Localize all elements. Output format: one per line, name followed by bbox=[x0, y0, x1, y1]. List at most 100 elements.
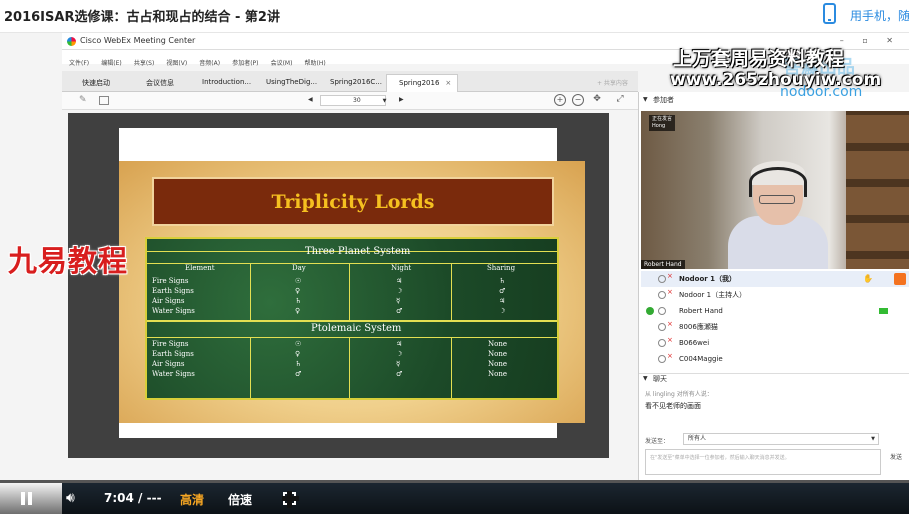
menu-item[interactable]: 视图(V) bbox=[166, 58, 187, 67]
planet-symbol: ♃ bbox=[396, 340, 403, 348]
participants-header[interactable]: ▼ 参加者 bbox=[639, 95, 909, 109]
column-header: Element bbox=[185, 264, 215, 272]
camera-icon bbox=[879, 308, 888, 314]
collapse-icon[interactable]: ▼ bbox=[643, 375, 648, 382]
audio-icon bbox=[658, 291, 666, 299]
speed-button[interactable]: 倍速 bbox=[228, 491, 252, 508]
collapse-icon[interactable]: ▼ bbox=[643, 96, 648, 103]
planet-symbol: None bbox=[488, 370, 507, 378]
video-player[interactable]: Cisco WebEx Meeting Center – ▫ ✕ 文件(F) 编… bbox=[0, 33, 909, 514]
menu-item[interactable]: 帮助(H) bbox=[305, 58, 326, 67]
chat-sender: 从 lingling 对所有人说： bbox=[645, 391, 713, 398]
next-page-icon[interactable]: ▶ bbox=[399, 96, 404, 103]
zoom-in-icon[interactable]: + bbox=[554, 94, 566, 106]
slide-title-banner: Triplicity Lords bbox=[152, 177, 554, 226]
menu-item[interactable]: 会议(M) bbox=[271, 58, 293, 67]
table-line bbox=[451, 337, 452, 398]
column-header: Night bbox=[391, 264, 412, 272]
status-icon[interactable] bbox=[894, 273, 906, 285]
participant-row[interactable]: × 8006應瀬猫 bbox=[641, 319, 909, 335]
tab-meeting-info[interactable]: 会议信息 bbox=[146, 74, 174, 92]
menu-item[interactable]: 音频(A) bbox=[199, 58, 220, 67]
hand-icon[interactable]: ✋ bbox=[863, 271, 873, 287]
row-label: Water Signs bbox=[152, 307, 195, 315]
speaker-video: 正在发言 Hong Robert Hand bbox=[641, 111, 909, 269]
sendto-value: 所有人 bbox=[688, 435, 707, 442]
menu-item[interactable]: 共享(S) bbox=[134, 58, 155, 67]
menu-item[interactable]: 编辑(E) bbox=[101, 58, 121, 67]
day-column: ☉ ♀ ♄ ♀ bbox=[295, 276, 301, 316]
planet-symbol: ☽ bbox=[396, 287, 403, 295]
planet-symbol: ♀ bbox=[295, 287, 301, 295]
row-label: Air Signs bbox=[152, 360, 185, 368]
tab-introduction[interactable]: Introduction... bbox=[202, 74, 251, 92]
webex-logo-icon bbox=[67, 37, 76, 46]
share-content-label[interactable]: + 共享内容 bbox=[597, 78, 628, 87]
participant-row[interactable]: Robert Hand bbox=[641, 303, 909, 319]
tab-quickstart[interactable]: 快速启动 bbox=[82, 74, 110, 92]
zoom-value: 30 bbox=[353, 97, 361, 104]
headset-icon bbox=[749, 167, 807, 197]
watermark-line1: 上万套周易资料教程 bbox=[673, 48, 845, 70]
zoom-out-icon[interactable]: − bbox=[572, 94, 584, 106]
menu-item[interactable]: 参加者(P) bbox=[232, 58, 258, 67]
chat-header[interactable]: ▼ 聊天 bbox=[639, 373, 909, 386]
audio-icon bbox=[658, 355, 666, 363]
participant-row[interactable]: × Nodoor 1（我） ✋ bbox=[641, 271, 909, 287]
chat-input[interactable]: 在"发送至"菜单中选择一位参加者，然后输入聊天消息并发送。 bbox=[645, 449, 881, 475]
document-toolbar: ✎ ◀ 30 ▼ ▶ + − ✥ ⤢ bbox=[62, 92, 638, 110]
zoom-select[interactable]: 30 ▼ bbox=[320, 95, 387, 106]
planet-symbol: ♀ bbox=[295, 350, 301, 358]
row-label: Air Signs bbox=[152, 297, 185, 305]
chevron-down-icon: ▼ bbox=[871, 436, 875, 442]
muted-icon: × bbox=[667, 320, 673, 328]
quality-button[interactable]: 高清 bbox=[180, 491, 204, 508]
fullscreen-icon[interactable] bbox=[282, 491, 299, 508]
table-line bbox=[451, 263, 452, 321]
participant-name: Nodoor 1（我） bbox=[679, 275, 737, 283]
expand-icon[interactable]: ⤢ bbox=[614, 94, 626, 106]
fit-icon[interactable]: ✥ bbox=[591, 94, 603, 106]
thumbnail-icon[interactable] bbox=[99, 96, 109, 105]
muted-icon: × bbox=[667, 288, 673, 296]
planet-symbol: None bbox=[488, 360, 507, 368]
phone-icon[interactable] bbox=[823, 3, 836, 24]
planet-symbol: ♄ bbox=[499, 277, 506, 285]
time-separator: / bbox=[138, 491, 143, 505]
pen-icon[interactable]: ✎ bbox=[79, 95, 87, 105]
participant-row[interactable]: × B066wei bbox=[641, 335, 909, 351]
tab-spring2016[interactable]: Spring2016 × bbox=[386, 74, 459, 92]
previous-page-icon[interactable]: ◀ bbox=[308, 96, 313, 103]
document-tabs: 快速启动 会议信息 Introduction... UsingTheDig...… bbox=[62, 71, 638, 92]
pause-icon[interactable] bbox=[21, 492, 33, 505]
phone-link[interactable]: 用手机，随 bbox=[850, 7, 909, 24]
volume-icon[interactable]: 🔊︎ bbox=[66, 490, 75, 506]
section-heading: Ptolemaic System bbox=[311, 323, 402, 334]
send-button[interactable]: 发送 bbox=[883, 449, 909, 463]
video-frame: Cisco WebEx Meeting Center – ▫ ✕ 文件(F) 编… bbox=[0, 33, 909, 514]
window-controls: – ▫ ✕ bbox=[839, 36, 901, 45]
close-icon[interactable]: × bbox=[445, 79, 451, 87]
participant-row[interactable]: × C004Maggie bbox=[641, 351, 909, 367]
planet-symbol: ♃ bbox=[499, 297, 506, 305]
speaker-person bbox=[723, 161, 833, 269]
planet-symbol: ♄ bbox=[295, 297, 302, 305]
total-time: --- bbox=[146, 491, 162, 505]
talking-label-text: 正在发言 bbox=[652, 116, 673, 122]
tab-spring2016c[interactable]: Spring2016C... bbox=[330, 74, 382, 92]
planet-symbol: None bbox=[488, 340, 507, 348]
table-line bbox=[250, 337, 251, 398]
participant-row[interactable]: × Nodoor 1（主持人） bbox=[641, 287, 909, 303]
row-label: Water Signs bbox=[152, 370, 195, 378]
audio-icon bbox=[658, 307, 666, 315]
night-column: ♃ ☽ ☿ ♂ bbox=[396, 276, 402, 316]
slide-parchment: Triplicity Lords Three Planet System Ele… bbox=[119, 161, 585, 423]
participants-header-label: 参加者 bbox=[653, 96, 674, 104]
planet-symbol: ♂ bbox=[396, 307, 403, 315]
table-line bbox=[147, 320, 557, 322]
menu-item[interactable]: 文件(F) bbox=[69, 58, 89, 67]
tab-label: Spring2016 bbox=[399, 79, 440, 87]
row-label: Earth Signs bbox=[152, 350, 194, 358]
tab-using-the-dig[interactable]: UsingTheDig... bbox=[266, 74, 317, 92]
sendto-select[interactable]: 所有人 ▼ bbox=[683, 433, 879, 445]
